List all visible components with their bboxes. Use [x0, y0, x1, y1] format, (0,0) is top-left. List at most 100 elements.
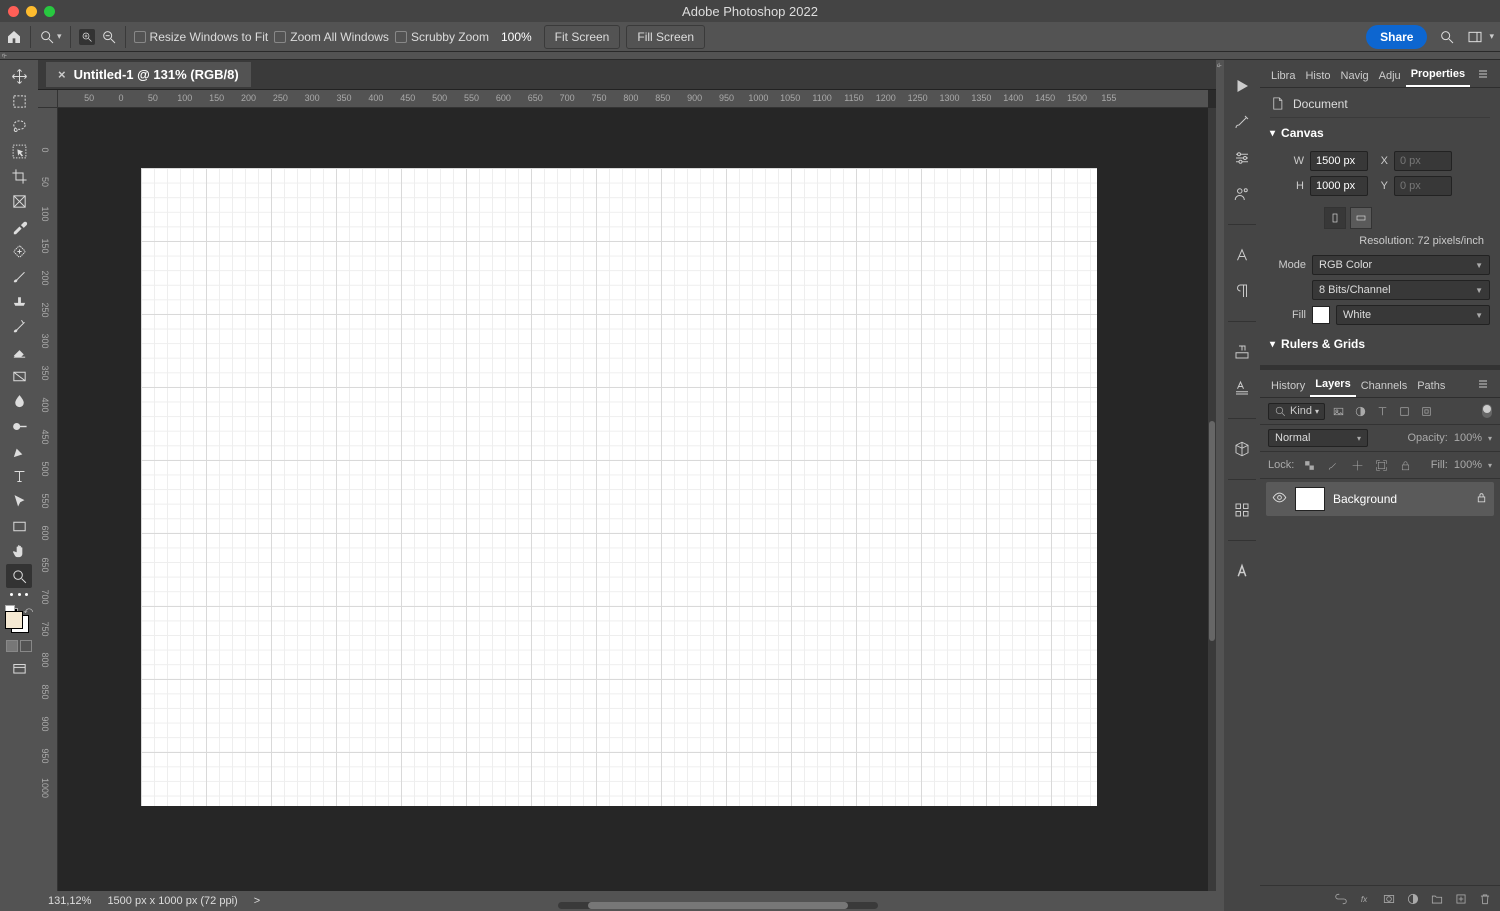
status-more-icon[interactable]: >: [254, 895, 260, 907]
adjustments-icon[interactable]: [1232, 148, 1252, 168]
canvas[interactable]: [141, 168, 1097, 806]
zoom-in-button[interactable]: [79, 29, 95, 45]
layer-name[interactable]: Background: [1333, 492, 1397, 506]
tab-history[interactable]: Histo: [1300, 65, 1335, 87]
dodge-tool[interactable]: [6, 414, 32, 438]
x-input[interactable]: [1394, 151, 1452, 171]
lock-pixels-icon[interactable]: [1324, 456, 1342, 474]
panel-menu-icon[interactable]: [1472, 374, 1494, 397]
eyedropper-tool[interactable]: [6, 214, 32, 238]
ruler-origin[interactable]: [38, 90, 58, 108]
canvas-pasteboard[interactable]: [58, 108, 1208, 891]
eraser-tool[interactable]: [6, 339, 32, 363]
status-dimensions[interactable]: 1500 px x 1000 px (72 ppi): [107, 895, 237, 907]
width-input[interactable]: [1310, 151, 1368, 171]
history-brush-tool[interactable]: [6, 314, 32, 338]
quick-mask-toggle[interactable]: [6, 640, 32, 652]
document-tab[interactable]: × Untitled-1 @ 131% (RGB/8): [46, 62, 251, 87]
horizontal-scrollbar[interactable]: [558, 902, 878, 909]
path-selection-tool[interactable]: [6, 489, 32, 513]
screen-mode-button[interactable]: [6, 657, 32, 681]
filter-kind-select[interactable]: Kind▾: [1268, 403, 1325, 420]
filter-pixel-icon[interactable]: [1329, 402, 1347, 420]
frame-tool[interactable]: [6, 189, 32, 213]
lock-transparency-icon[interactable]: [1300, 456, 1318, 474]
play-action-icon[interactable]: [1232, 76, 1252, 96]
crop-tool[interactable]: [6, 164, 32, 188]
layer-thumbnail[interactable]: [1295, 487, 1325, 511]
layer-fill-value[interactable]: 100%: [1454, 459, 1482, 471]
character-panel-icon[interactable]: [1232, 245, 1252, 265]
clone-stamp-tool[interactable]: [6, 289, 32, 313]
lasso-tool[interactable]: [6, 114, 32, 138]
move-tool[interactable]: [6, 64, 32, 88]
paragraph-panel-icon[interactable]: [1232, 281, 1252, 301]
landscape-orientation-button[interactable]: [1350, 207, 1372, 229]
opacity-value[interactable]: 100%: [1454, 432, 1482, 444]
lock-position-icon[interactable]: [1348, 456, 1366, 474]
scrubby-zoom-checkbox[interactable]: Scrubby Zoom: [395, 30, 489, 44]
filter-shape-icon[interactable]: [1395, 402, 1413, 420]
tab-history[interactable]: History: [1266, 375, 1310, 397]
filter-toggle[interactable]: [1482, 404, 1492, 418]
vertical-scrollbar[interactable]: [1208, 108, 1216, 891]
tab-paths[interactable]: Paths: [1412, 375, 1450, 397]
canvas-viewport[interactable]: 5005010015020025030035040045050055060065…: [38, 90, 1216, 911]
foreground-color-swatch[interactable]: [5, 611, 23, 629]
portrait-orientation-button[interactable]: [1324, 207, 1346, 229]
layer-style-icon[interactable]: fx: [1358, 892, 1372, 906]
scrollbar-thumb[interactable]: [1209, 421, 1215, 641]
type-tool[interactable]: [6, 464, 32, 488]
layer-visibility-toggle[interactable]: [1272, 490, 1287, 508]
brush-settings-icon[interactable]: [1232, 112, 1252, 132]
horizontal-ruler[interactable]: 5005010015020025030035040045050055060065…: [58, 90, 1208, 108]
hand-tool[interactable]: [6, 539, 32, 563]
character-styles-icon[interactable]: [1232, 378, 1252, 398]
edit-toolbar-button[interactable]: [8, 589, 30, 600]
rulers-grids-section-toggle[interactable]: ▾Rulers & Grids: [1270, 337, 1490, 351]
tab-navigator[interactable]: Navig: [1336, 65, 1374, 87]
resize-windows-checkbox[interactable]: Resize Windows to Fit: [134, 30, 269, 44]
fill-select[interactable]: White▼: [1336, 305, 1490, 325]
search-button[interactable]: [1439, 29, 1455, 45]
y-input[interactable]: [1394, 176, 1452, 196]
minimize-window-button[interactable]: [26, 6, 37, 17]
close-tab-icon[interactable]: ×: [58, 67, 66, 82]
tab-layers[interactable]: Layers: [1310, 373, 1355, 397]
marquee-tool[interactable]: [6, 89, 32, 113]
fill-screen-button[interactable]: Fill Screen: [626, 25, 705, 49]
zoom-all-windows-checkbox[interactable]: Zoom All Windows: [274, 30, 389, 44]
height-input[interactable]: [1310, 176, 1368, 196]
color-mode-select[interactable]: RGB Color▼: [1312, 255, 1490, 275]
tab-properties[interactable]: Properties: [1406, 63, 1470, 87]
group-layers-icon[interactable]: [1430, 892, 1444, 906]
layer-mask-icon[interactable]: [1382, 892, 1396, 906]
lock-all-icon[interactable]: [1396, 456, 1414, 474]
adjustment-layer-icon[interactable]: [1406, 892, 1420, 906]
workspace-switcher-button[interactable]: [1467, 29, 1483, 45]
panel-collapse-handle[interactable]: [1216, 60, 1224, 911]
vertical-ruler[interactable]: 0501001502002503003504004505005506006507…: [38, 108, 58, 891]
share-button[interactable]: Share: [1366, 25, 1427, 49]
brush-tool[interactable]: [6, 264, 32, 288]
collapse-handle[interactable]: [0, 52, 1500, 60]
people-icon[interactable]: [1232, 184, 1252, 204]
filter-type-icon[interactable]: [1373, 402, 1391, 420]
dropdown-arrow-icon[interactable]: ▾: [57, 31, 62, 42]
healing-brush-tool[interactable]: [6, 239, 32, 263]
blur-tool[interactable]: [6, 389, 32, 413]
filter-smartobject-icon[interactable]: [1417, 402, 1435, 420]
home-button[interactable]: [6, 29, 22, 45]
link-layers-icon[interactable]: [1334, 892, 1348, 906]
layer-lock-icon[interactable]: [1475, 491, 1488, 507]
close-window-button[interactable]: [8, 6, 19, 17]
panel-menu-icon[interactable]: [1472, 64, 1494, 87]
fill-color-swatch[interactable]: [1312, 306, 1330, 324]
zoom-tool[interactable]: [6, 564, 32, 588]
new-layer-icon[interactable]: [1454, 892, 1468, 906]
status-zoom[interactable]: 131,12%: [48, 895, 91, 907]
maximize-window-button[interactable]: [44, 6, 55, 17]
paragraph-styles-icon[interactable]: [1232, 342, 1252, 362]
tool-preset-zoom[interactable]: [39, 29, 55, 45]
bit-depth-select[interactable]: 8 Bits/Channel▼: [1312, 280, 1490, 300]
